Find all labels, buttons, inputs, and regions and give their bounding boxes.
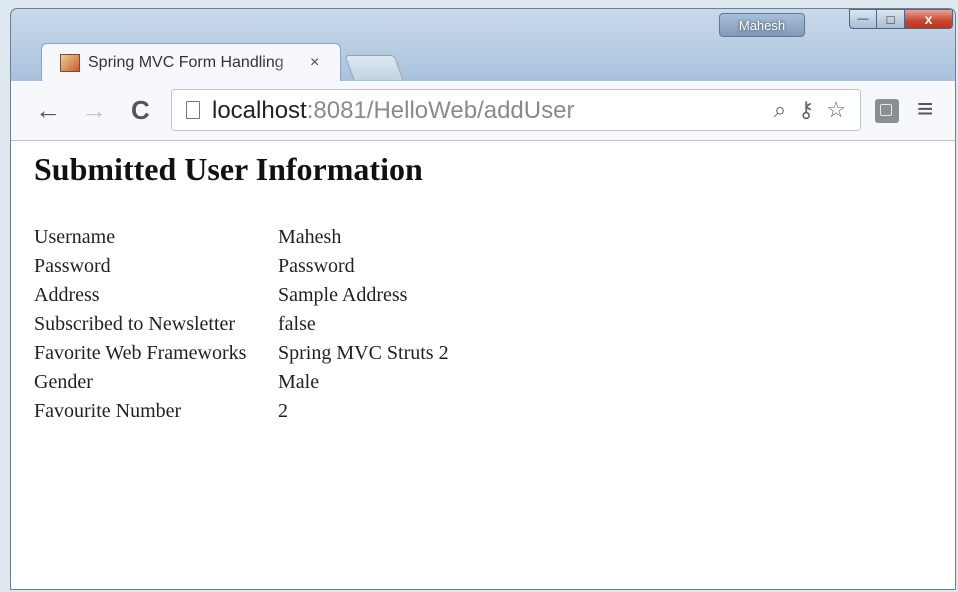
tab-title: Spring MVC Form Handling bbox=[88, 53, 284, 71]
table-row: Password Password bbox=[33, 252, 451, 281]
field-label: Username bbox=[34, 226, 116, 248]
zoom-icon[interactable]: ⌕ bbox=[774, 98, 786, 122]
page-heading: Submitted User Information bbox=[34, 151, 423, 187]
field-value: Male bbox=[278, 371, 320, 393]
field-label: Favourite Number bbox=[34, 400, 182, 422]
table-row: Subscribed to Newsletter false bbox=[33, 310, 451, 339]
bookmark-star-icon[interactable]: ☆ bbox=[826, 98, 846, 122]
field-value: 2 bbox=[278, 400, 288, 422]
browser-toolbar: ← → C localhost:8081/HelloWeb/addUser ⌕ … bbox=[11, 81, 955, 141]
field-label: Password bbox=[34, 255, 111, 277]
maximize-button[interactable]: □ bbox=[877, 9, 905, 29]
table-row: Username Mahesh bbox=[33, 223, 451, 252]
minimize-button[interactable]: — bbox=[849, 9, 877, 29]
window-controls: — □ x bbox=[849, 9, 953, 29]
table-row: Gender Male bbox=[33, 368, 451, 397]
field-value: Password bbox=[278, 255, 355, 277]
reload-icon[interactable]: C bbox=[131, 97, 150, 123]
table-row: Address Sample Address bbox=[33, 281, 451, 310]
new-tab-button[interactable] bbox=[344, 55, 404, 80]
field-value: Sample Address bbox=[278, 284, 408, 306]
extension-icon[interactable] bbox=[875, 99, 899, 123]
browser-window: Mahesh — □ x Spring MVC Form Handling × … bbox=[10, 8, 956, 590]
url-text[interactable]: localhost:8081/HelloWeb/addUser bbox=[212, 97, 574, 125]
user-info-table: Username Mahesh Password Password Address Sam… bbox=[33, 223, 451, 426]
menu-icon[interactable]: ≡ bbox=[917, 95, 933, 123]
forward-arrow-icon[interactable]: → bbox=[81, 97, 107, 123]
url-host: localhost bbox=[212, 97, 307, 124]
tab-close-icon[interactable]: × bbox=[310, 54, 319, 72]
omnibox-icons: ⌕ ⚷ ☆ bbox=[774, 98, 846, 122]
table-row: Favourite Number 2 bbox=[33, 397, 451, 426]
field-label: Subscribed to Newsletter bbox=[34, 313, 236, 335]
field-value: false bbox=[278, 313, 316, 335]
key-icon[interactable]: ⚷ bbox=[798, 98, 814, 122]
field-label: Favorite Web Frameworks bbox=[34, 342, 247, 364]
minimize-icon: — bbox=[857, 13, 869, 25]
close-window-button[interactable]: x bbox=[905, 9, 953, 29]
close-icon: x bbox=[924, 11, 933, 27]
table-row: Favorite Web Frameworks Spring MVC Struts… bbox=[33, 339, 451, 368]
address-bar[interactable]: localhost:8081/HelloWeb/addUser ⌕ ⚷ ☆ bbox=[171, 89, 861, 131]
back-arrow-icon[interactable]: ← bbox=[35, 97, 61, 123]
field-label: Address bbox=[34, 284, 100, 306]
maximize-icon: □ bbox=[886, 11, 895, 27]
tab-spring-mvc-form[interactable]: Spring MVC Form Handling × bbox=[41, 43, 341, 81]
page-icon bbox=[186, 101, 200, 119]
url-path: :8081/HelloWeb/addUser bbox=[306, 97, 575, 124]
jsp-file-icon bbox=[60, 53, 80, 72]
profile-badge[interactable]: Mahesh bbox=[719, 13, 805, 37]
page-content: Submitted User Information Username Mahes… bbox=[11, 141, 955, 589]
field-value: Mahesh bbox=[278, 226, 342, 248]
tab-strip: Spring MVC Form Handling × bbox=[31, 43, 631, 81]
field-label: Gender bbox=[34, 371, 93, 393]
field-value: Spring MVC Struts 2 bbox=[278, 342, 449, 364]
